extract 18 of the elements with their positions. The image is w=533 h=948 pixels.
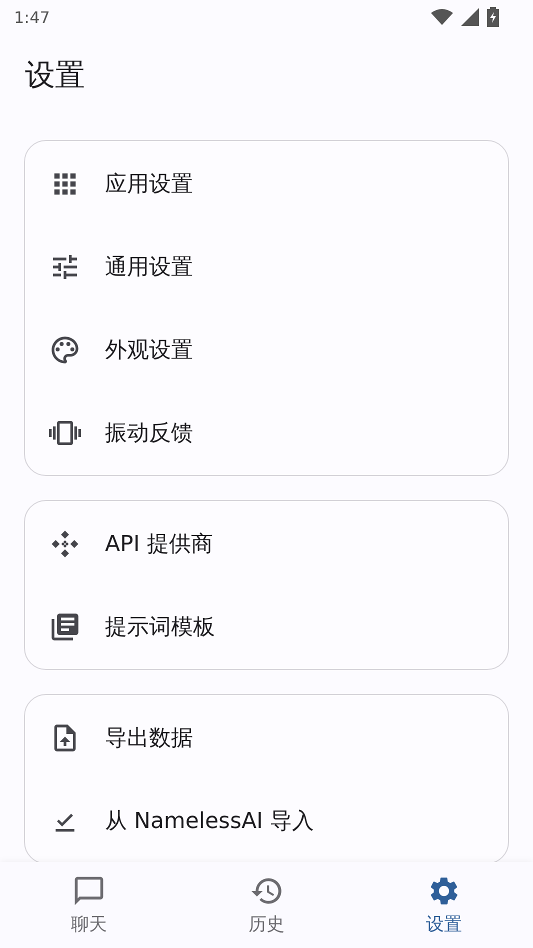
library-icon (49, 610, 81, 642)
page-title: 设置 (25, 57, 86, 95)
wifi-icon (431, 9, 453, 25)
settings-item[interactable]: 外观设置 (105, 334, 193, 364)
nav-tab[interactable]: 历史 (178, 862, 356, 948)
status-time: 1:47 (14, 8, 50, 26)
signal-icon (461, 8, 479, 26)
palette-icon (49, 334, 81, 366)
settings-item[interactable]: 提示词模板 (105, 612, 215, 642)
settings-item[interactable]: 应用设置 (105, 168, 193, 198)
battery-icon (487, 7, 499, 27)
nav-tab[interactable]: 设置 (355, 862, 533, 948)
settings-item[interactable]: 从 NamelessAI 导入 (105, 806, 314, 836)
settings-item[interactable]: 导出数据 (105, 722, 193, 752)
settings-item[interactable]: 通用设置 (105, 252, 193, 282)
nav-tab[interactable]: 聊天 (0, 862, 178, 948)
settings-item[interactable]: API 提供商 (105, 528, 213, 558)
settings-item[interactable]: 振动反馈 (105, 418, 193, 448)
